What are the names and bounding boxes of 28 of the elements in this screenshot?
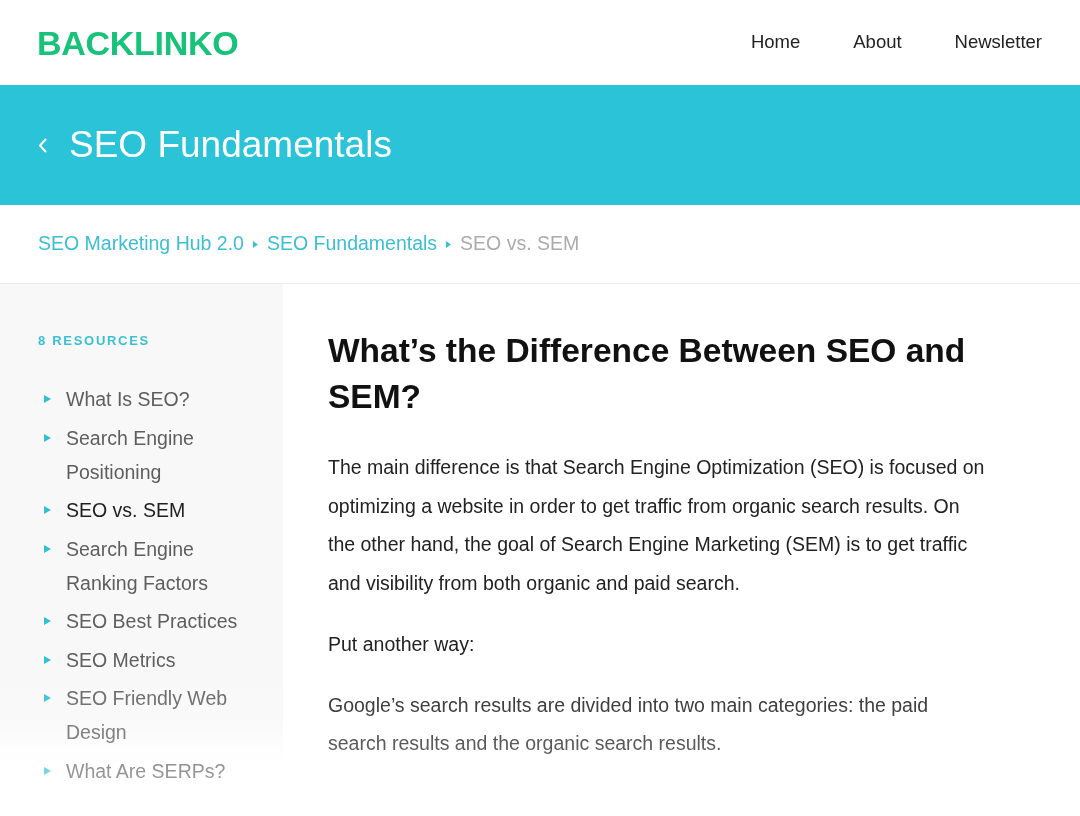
nav-link[interactable]: About	[853, 31, 902, 54]
triangle-bullet-icon	[44, 617, 51, 625]
separator-triangle-icon	[446, 240, 452, 248]
sidebar-item[interactable]: SEO Friendly Web Design	[38, 681, 283, 749]
article-paragraph: Google’s search results are divided into two main categories: the paid search results and the organic search results.	[328, 692, 930, 756]
article-paragraph: Put another way:	[328, 631, 476, 657]
triangle-bullet-icon	[44, 766, 51, 775]
chevron-left-icon[interactable]	[38, 137, 47, 153]
sidebar-item[interactable]: Search Engine Ranking Factors	[38, 531, 283, 600]
resources-heading: 8 RESOURCES	[38, 333, 151, 348]
section-title: SEO Fundamentals	[69, 122, 392, 167]
nav-link[interactable]: Home	[750, 31, 801, 54]
sidebar-item[interactable]: SEO Metrics	[38, 642, 283, 677]
sidebar-item[interactable]: SEO vs. SEM	[38, 493, 283, 527]
triangle-bullet-icon	[44, 433, 51, 442]
nav-link[interactable]: Newsletter	[954, 31, 1042, 54]
triangle-bullet-icon	[44, 506, 51, 514]
article-paragraph: The main difference is that Search Engine Optimization (SEO) is focused on optimizing a website in order to get traffic from organic search results. On the other hand, the goal of Search Engine Marketing (SEM) is to get traffic and visibility from both organic and paid search.	[328, 455, 986, 596]
sidebar-item[interactable]: Search Engine Positioning	[38, 420, 283, 489]
sidebar-item[interactable]: SEO Best Practices	[38, 604, 283, 638]
separator-triangle-icon	[252, 240, 258, 248]
triangle-bullet-icon	[44, 544, 51, 553]
triangle-bullet-icon	[44, 655, 51, 664]
triangle-bullet-icon	[44, 395, 51, 403]
breadcrumb-current: SEO vs. SEM	[460, 232, 580, 256]
article-title: What’s the Difference Between SEO and SEM?	[328, 331, 967, 417]
sidebar-item[interactable]: What Is SEO?	[38, 382, 283, 416]
triangle-bullet-icon	[44, 694, 51, 702]
